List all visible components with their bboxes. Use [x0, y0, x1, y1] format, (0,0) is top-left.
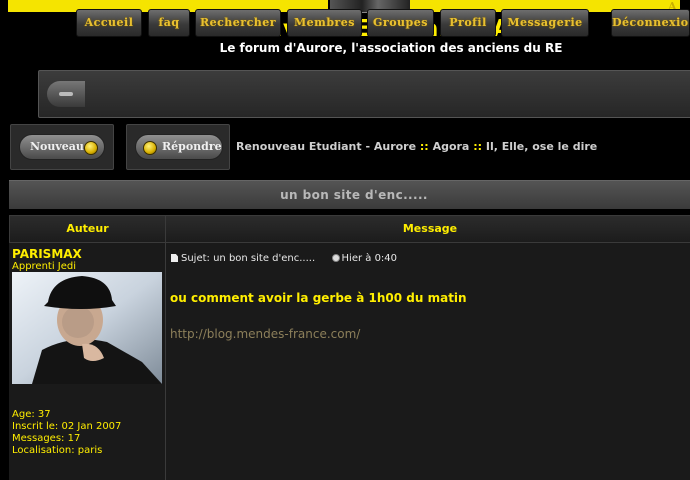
nav-membres-label: Membres [294, 10, 355, 36]
author-rank: Apprenti Jedi [12, 261, 77, 272]
nav-deconnexion[interactable]: Déconnexion [611, 9, 690, 37]
column-header-author: Auteur [9, 215, 166, 243]
new-topic-pill: Nouveau [19, 134, 105, 160]
author-age: Age: 37 [12, 409, 51, 420]
reply-label: Répondre [162, 140, 222, 153]
reply-button[interactable]: Répondre [126, 124, 230, 170]
reply-pill: Répondre [135, 134, 223, 160]
site-subtitle: Le forum d'Aurore, l'association des anc… [219, 41, 563, 55]
breadcrumb-subforum[interactable]: Il, Elle, ose le dire [486, 140, 597, 153]
author-messages: Messages: 17 [12, 433, 81, 444]
column-header-message: Message [165, 215, 690, 243]
author-location: Localisation: paris [12, 445, 103, 456]
nav-rechercher[interactable]: Rechercher [195, 9, 281, 37]
breadcrumb-separator: :: [473, 140, 483, 153]
new-topic-button[interactable]: Nouveau [10, 124, 114, 170]
nav-accueil[interactable]: Accueil [76, 9, 142, 37]
post-time: Hier à 0:40 [341, 253, 398, 264]
nav-faq-label: faq [158, 10, 179, 36]
author-name[interactable]: PARISMAX [12, 247, 82, 261]
breadcrumb: Renouveau Etudiant - Aurore :: Agora :: … [236, 140, 597, 153]
nav-messagerie-label: Messagerie [507, 10, 582, 36]
post-subject[interactable]: Sujet: un bon site d'enc..... [181, 253, 315, 264]
nav-groupes[interactable]: Groupes [367, 9, 434, 37]
breadcrumb-category[interactable]: Agora [433, 140, 470, 153]
document-icon [171, 254, 178, 262]
breadcrumb-separator: :: [419, 140, 429, 153]
breadcrumb-forum[interactable]: Renouveau Etudiant - Aurore [236, 140, 416, 153]
clock-icon [331, 254, 340, 262]
post-body: ou comment avoir la gerbe à 1h00 du mati… [170, 291, 467, 305]
navbar-left-cap [47, 81, 85, 107]
user-photo-icon [12, 272, 162, 384]
coin-icon [84, 141, 98, 155]
main-navbar [38, 70, 690, 118]
post-meta: Sujet: un bon site d'enc..... Hier à 0:4… [171, 253, 397, 264]
post-link[interactable]: http://blog.mendes-france.com/ [170, 327, 360, 341]
nav-deconnexion-label: Déconnexion [612, 10, 689, 36]
author-joined: Inscrit le: 02 Jan 2007 [12, 421, 122, 432]
nav-faq[interactable]: faq [148, 9, 190, 37]
nav-profil[interactable]: Profil [440, 9, 496, 37]
coin-icon [143, 141, 157, 155]
nav-profil-label: Profil [449, 10, 487, 36]
nav-accueil-label: Accueil [85, 10, 134, 36]
topic-title: un bon site d'enc..... [9, 180, 690, 209]
nav-messagerie[interactable]: Messagerie [501, 9, 589, 37]
nav-membres[interactable]: Membres [287, 9, 362, 37]
nav-groupes-label: Groupes [373, 10, 428, 36]
nav-rechercher-label: Rechercher [200, 10, 276, 36]
message-panel [166, 243, 690, 480]
avatar[interactable] [12, 272, 162, 384]
new-topic-label: Nouveau [30, 140, 84, 153]
